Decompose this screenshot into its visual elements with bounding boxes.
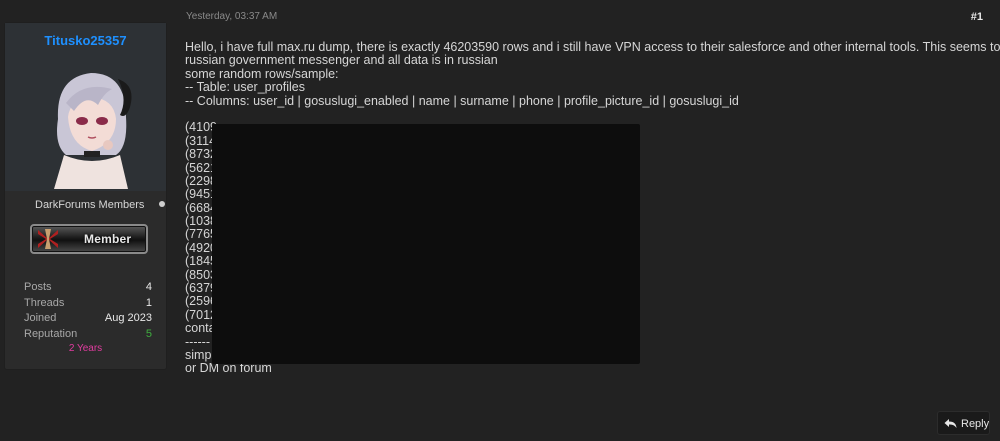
stat-reputation: Reputation 5	[24, 328, 152, 344]
post-number-link[interactable]: #1	[971, 11, 983, 23]
stat-value: 4	[145, 281, 152, 293]
rank-emblem-icon	[38, 229, 58, 249]
author-username[interactable]: Titusko25357	[5, 33, 166, 48]
post-line: -- Columns: user_id | gosuslugi_enabled …	[185, 93, 739, 108]
author-card: Titusko25357 DarkForums Members Member P…	[4, 22, 167, 370]
author-avatar[interactable]	[46, 59, 136, 189]
stat-posts: Posts 4	[24, 281, 152, 297]
stat-value: 1	[145, 296, 152, 309]
stat-label: Posts	[24, 281, 52, 293]
redaction-block	[212, 124, 640, 364]
user-group-title: DarkForums Members	[35, 199, 145, 211]
post-line: Hello, i have full max.ru dump, there is…	[185, 40, 1000, 54]
reply-arrow-icon	[944, 419, 957, 428]
post-tail-line: or DM on forum	[185, 361, 272, 376]
author-header: Titusko25357	[5, 23, 166, 191]
stat-value: Aug 2023	[104, 312, 152, 324]
stat-label: Threads	[24, 296, 65, 309]
rank-label: Member	[84, 232, 132, 246]
stat-threads: Threads 1	[24, 297, 152, 313]
member-tenure: 2 Years	[68, 343, 103, 354]
online-status-icon	[159, 201, 165, 207]
post-date: Yesterday, 03:37 AM	[186, 11, 278, 22]
user-group-row: DarkForums Members	[5, 195, 166, 215]
stat-value: 5	[145, 327, 152, 340]
author-stats: Posts 4 Threads 1 Joined Aug 2023 Reputa…	[24, 281, 152, 343]
rank-badge: Member	[30, 224, 148, 254]
reply-button[interactable]: Reply	[937, 411, 990, 435]
post-line: -- Table: user_profiles	[185, 80, 305, 95]
post-line: russian government messenger and all dat…	[185, 53, 498, 68]
stat-label: Reputation	[24, 327, 78, 340]
stat-joined: Joined Aug 2023	[24, 312, 152, 328]
post-line: some random rows/sample:	[185, 66, 339, 81]
reply-label: Reply	[961, 418, 990, 430]
stat-label: Joined	[24, 312, 57, 324]
